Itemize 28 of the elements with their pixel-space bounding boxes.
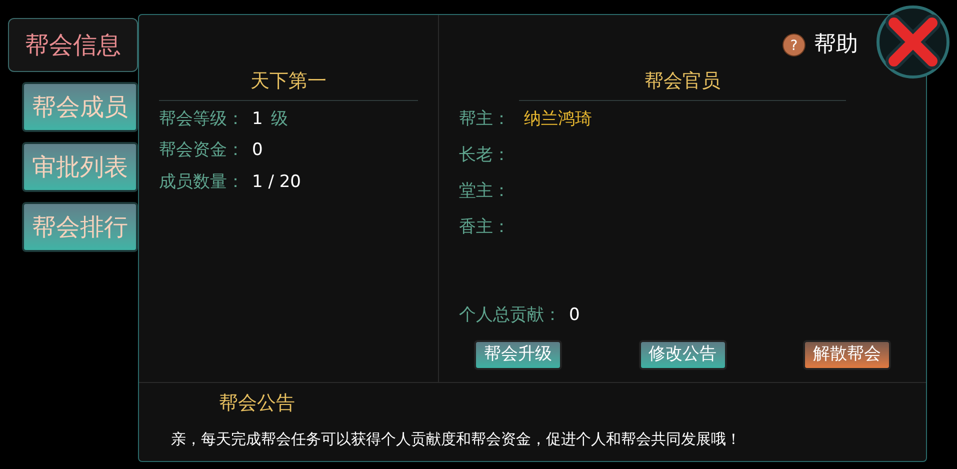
field-label: 帮主： (459, 108, 510, 130)
sidebar-tab[interactable]: 帮会成员 (22, 82, 138, 132)
sidebar-tab[interactable]: 帮会信息 (8, 18, 138, 72)
section-title: 天下第一 (159, 67, 418, 100)
help-button[interactable]: ? 帮助 (782, 28, 858, 61)
field-label: 香主： (459, 216, 510, 238)
help-icon: ? (782, 32, 806, 56)
field-value: 1 (252, 108, 263, 130)
field-label: 帮会等级： (159, 108, 244, 130)
contribution-value: 0 (569, 304, 580, 326)
section-title: 帮会公告 (219, 391, 295, 416)
field-label: 帮会资金： (159, 139, 244, 162)
sidebar-tab[interactable]: 帮会排行 (22, 202, 138, 252)
action-button[interactable]: 修改公告 (638, 340, 726, 370)
field-label: 堂主： (459, 180, 510, 202)
action-button[interactable]: 解散帮会 (803, 340, 891, 370)
unit-label: 级 (270, 108, 288, 130)
field-label: 成员数量： (159, 170, 244, 194)
field-label: 长老： (459, 144, 510, 166)
contribution-label: 个人总贡献： (459, 304, 561, 326)
sidebar-tab[interactable]: 审批列表 (22, 142, 138, 192)
action-button[interactable]: 帮会升级 (474, 340, 562, 370)
field-value: 纳兰鸿琦 (524, 108, 592, 130)
field-value: 1 / 20 (252, 170, 301, 194)
notice-text: 亲，每天完成帮会任务可以获得个人贡献度和帮会资金，促进个人和帮会共同发展哦！ (171, 428, 742, 450)
section-title: 帮会官员 (519, 67, 846, 100)
close-icon[interactable] (876, 5, 950, 79)
field-value: 0 (252, 139, 263, 162)
